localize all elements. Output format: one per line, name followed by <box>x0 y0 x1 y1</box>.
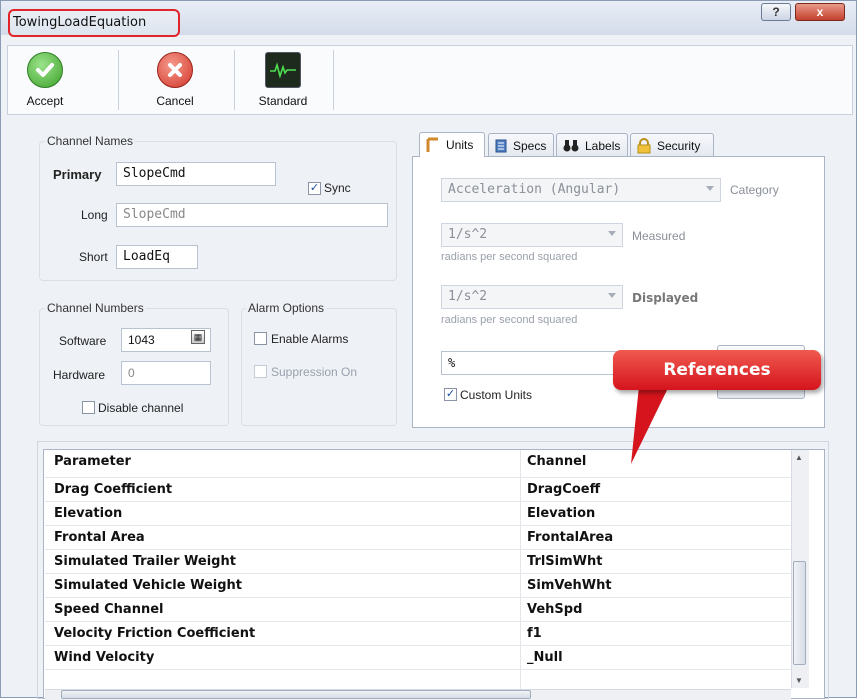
tab-units[interactable]: Units <box>419 132 485 157</box>
channel-numbers-label: Channel Numbers <box>45 301 146 315</box>
measured-label: Measured <box>632 229 686 243</box>
disable-channel-checkbox[interactable] <box>82 401 95 414</box>
enable-alarms-checkbox[interactable] <box>254 332 267 345</box>
alarm-options-label: Alarm Options <box>246 301 327 315</box>
callout-pointer <box>631 386 669 464</box>
channel-cell: SimVehWht <box>527 578 612 593</box>
table-row[interactable]: Frontal Area FrontalArea <box>45 525 791 550</box>
displayed-value: 1/s^2 <box>448 289 488 304</box>
software-label: Software <box>59 334 107 348</box>
parameter-header[interactable]: Parameter <box>54 454 131 469</box>
waveform-icon <box>265 52 301 88</box>
short-name-input[interactable]: LoadEq <box>116 245 198 269</box>
table-row[interactable]: Wind Velocity _Null <box>45 645 791 670</box>
table-row[interactable]: Velocity Friction Coefficient f1 <box>45 621 791 646</box>
parameter-cell: Wind Velocity <box>54 650 155 665</box>
parameter-cell: Simulated Trailer Weight <box>54 554 236 569</box>
dropdown-arrow-icon <box>608 293 616 298</box>
disable-channel-label: Disable channel <box>98 401 184 415</box>
channel-cell: DragCoeff <box>527 482 601 497</box>
category-value: Acceleration (Angular) <box>448 182 621 197</box>
tab-labels-label: Labels <box>585 138 621 153</box>
enable-alarms-label: Enable Alarms <box>271 332 349 346</box>
short-label: Short <box>79 250 108 264</box>
primary-label: Primary <box>53 167 102 182</box>
channel-cell: TrlSimWht <box>527 554 603 569</box>
toolbar-divider <box>234 50 235 110</box>
toolbar-divider <box>333 50 334 110</box>
dropdown-arrow-icon <box>608 231 616 236</box>
tab-units-label: Units <box>446 138 474 152</box>
toolbar-divider <box>118 50 119 110</box>
tab-specs-label: Specs <box>513 138 547 153</box>
accept-label: Accept <box>26 94 64 108</box>
displayed-select: 1/s^2 <box>441 285 623 309</box>
primary-name-input[interactable]: SlopeCmd <box>116 162 276 186</box>
help-button[interactable]: ? <box>761 3 791 21</box>
table-row[interactable]: Speed Channel VehSpd <box>45 597 791 622</box>
parameter-cell: Speed Channel <box>54 602 164 617</box>
category-label: Category <box>730 183 779 197</box>
tab-specs[interactable]: Specs <box>488 133 554 157</box>
displayed-hint: radians per second squared <box>441 314 578 326</box>
channel-cell: Elevation <box>527 506 596 521</box>
measured-hint: radians per second squared <box>441 251 578 263</box>
cancel-label: Cancel <box>156 94 194 108</box>
table-row[interactable]: Simulated Trailer Weight TrlSimWht <box>45 549 791 574</box>
toolbar: Accept Cancel Standard <box>7 45 853 115</box>
lock-icon <box>637 137 651 153</box>
checkmark-icon <box>27 52 63 88</box>
picker-icon[interactable]: ▦ <box>191 330 205 344</box>
tab-labels[interactable]: Labels <box>556 133 628 157</box>
references-callout: References <box>613 350 821 390</box>
tab-security-label: Security <box>657 138 701 153</box>
measured-select: 1/s^2 <box>441 223 623 247</box>
measured-value: 1/s^2 <box>448 227 488 242</box>
long-name-input[interactable]: SlopeCmd <box>116 203 388 227</box>
sync-label: Sync <box>324 181 351 195</box>
cancel-button[interactable]: Cancel <box>144 46 206 114</box>
table-row-empty <box>45 669 791 690</box>
accept-button[interactable]: Accept <box>14 46 76 114</box>
channel-names-label: Channel Names <box>45 134 136 148</box>
suppression-label: Suppression On <box>271 365 358 379</box>
dropdown-arrow-icon <box>706 186 714 191</box>
parameter-cell: Simulated Vehicle Weight <box>54 578 243 593</box>
sync-checkbox[interactable]: ✓ <box>308 182 321 195</box>
table-row[interactable]: Simulated Vehicle Weight SimVehWht <box>45 573 791 598</box>
close-button[interactable]: x <box>795 3 845 21</box>
table-row[interactable]: Drag Coefficient DragCoeff <box>45 477 791 502</box>
channel-cell: FrontalArea <box>527 530 614 545</box>
tab-security[interactable]: Security <box>630 133 714 157</box>
window-title: TowingLoadEquation <box>13 15 147 30</box>
dialog-window: TowingLoadEquation ? x Accept Cancel Sta… <box>0 0 857 700</box>
channel-header[interactable]: Channel <box>527 454 586 469</box>
hardware-number-input[interactable]: 0 <box>121 361 211 385</box>
parameter-cell: Drag Coefficient <box>54 482 173 497</box>
parameter-cell: Frontal Area <box>54 530 145 545</box>
vertical-scroll-thumb[interactable] <box>793 561 806 665</box>
specs-icon <box>495 139 507 152</box>
standard-label: Standard <box>258 94 308 108</box>
channel-cell: _Null <box>527 650 563 665</box>
displayed-label: Displayed <box>632 291 699 305</box>
scroll-up-icon[interactable]: ▲ <box>795 453 803 462</box>
category-select: Acceleration (Angular) <box>441 178 721 202</box>
table-row[interactable]: Elevation Elevation <box>45 501 791 526</box>
custom-units-label: Custom Units <box>460 388 533 402</box>
custom-units-checkbox[interactable]: ✓ <box>444 388 457 401</box>
parameter-cell: Velocity Friction Coefficient <box>54 626 256 641</box>
parameter-cell: Elevation <box>54 506 123 521</box>
suppression-checkbox <box>254 365 267 378</box>
custom-unit-input[interactable]: % <box>441 351 623 375</box>
scroll-down-icon[interactable]: ▼ <box>795 676 803 685</box>
hardware-label: Hardware <box>53 368 106 382</box>
long-label: Long <box>81 208 108 222</box>
channel-cell: VehSpd <box>527 602 583 617</box>
cancel-x-icon <box>157 52 193 88</box>
units-icon <box>426 137 438 152</box>
binoculars-icon <box>563 139 579 151</box>
standard-button[interactable]: Standard <box>250 46 316 114</box>
channel-cell: f1 <box>527 626 542 641</box>
